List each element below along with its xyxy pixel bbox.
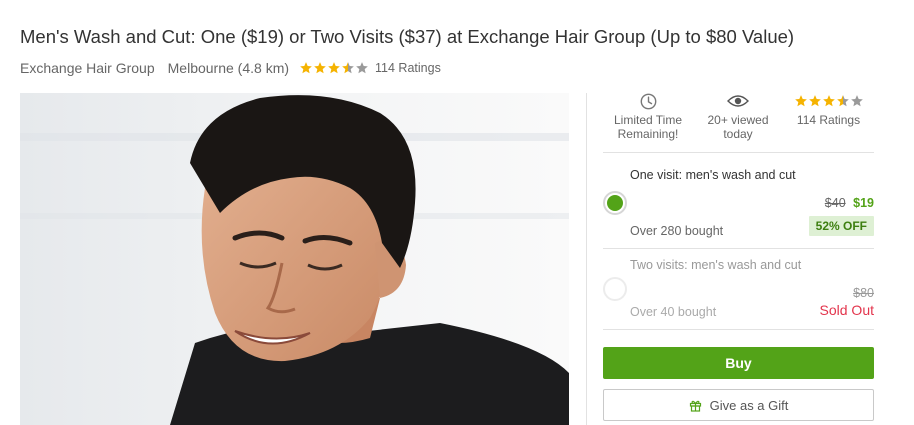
viewed-info: 20+ viewed today: [693, 91, 783, 152]
ratings-count[interactable]: 114 Ratings: [375, 61, 441, 75]
option-radio-disabled: [603, 277, 627, 301]
top-breadcrumb-link[interactable]: ​: [60, 0, 140, 2]
sold-out-status: Sold Out: [819, 302, 874, 318]
ratings-info[interactable]: 114 Ratings: [783, 91, 874, 152]
man-smiling-photo-icon: [20, 93, 569, 425]
gift-icon: [689, 399, 702, 412]
eye-icon: [727, 91, 749, 111]
star-icon: [794, 94, 808, 108]
star-icon: [822, 94, 836, 108]
rating-stars: [299, 61, 369, 75]
star-icon: [341, 61, 355, 75]
option-two-visits: Two visits: men's wash and cut $80 Over …: [603, 250, 874, 330]
option-price: $40 $19: [825, 196, 874, 210]
deal-info-bar: Limited Time Remaining! 20+ viewed today…: [603, 91, 874, 153]
option-radio-selected[interactable]: [603, 191, 627, 215]
option-title: One visit: men's wash and cut: [630, 168, 796, 182]
column-divider: [586, 93, 587, 425]
option-one-visit[interactable]: One visit: men's wash and cut $40 $19 Ov…: [603, 154, 874, 249]
limited-time-info: Limited Time Remaining!: [603, 91, 693, 152]
option-title: Two visits: men's wash and cut: [630, 258, 802, 272]
bought-count: Over 280 bought: [630, 224, 724, 238]
location-distance: Melbourne (4.8 km): [167, 60, 290, 76]
gift-label: Give as a Gift: [709, 397, 789, 413]
hero-image: [20, 93, 569, 425]
buy-button[interactable]: Buy: [603, 347, 874, 379]
option-price: $80: [853, 286, 874, 300]
star-icon: [808, 94, 822, 108]
star-icon: [327, 61, 341, 75]
deal-title: Men's Wash and Cut: One ($19) or Two Vis…: [20, 26, 795, 47]
star-icon: [850, 94, 864, 108]
rating-stars-small: [794, 91, 864, 111]
discount-badge: 52% OFF: [808, 216, 874, 236]
original-price: $80: [853, 286, 874, 300]
viewed-label: 20+ viewed today: [707, 113, 769, 141]
star-icon: [313, 61, 327, 75]
bought-count: Over 40 bought: [630, 305, 717, 319]
limited-time-label: Limited Time Remaining!: [613, 113, 683, 141]
clock-icon: [640, 91, 657, 111]
merchant-name[interactable]: Exchange Hair Group: [20, 60, 155, 76]
discount-price: $19: [853, 196, 874, 210]
ratings-info-label: 114 Ratings: [796, 113, 861, 127]
give-as-gift-button[interactable]: Give as a Gift: [603, 389, 874, 421]
original-price: $40: [824, 196, 846, 210]
star-icon: [299, 61, 313, 75]
star-icon: [836, 94, 850, 108]
star-icon: [355, 61, 369, 75]
deal-meta: Exchange Hair Group Melbourne (4.8 km) 1…: [20, 60, 441, 76]
